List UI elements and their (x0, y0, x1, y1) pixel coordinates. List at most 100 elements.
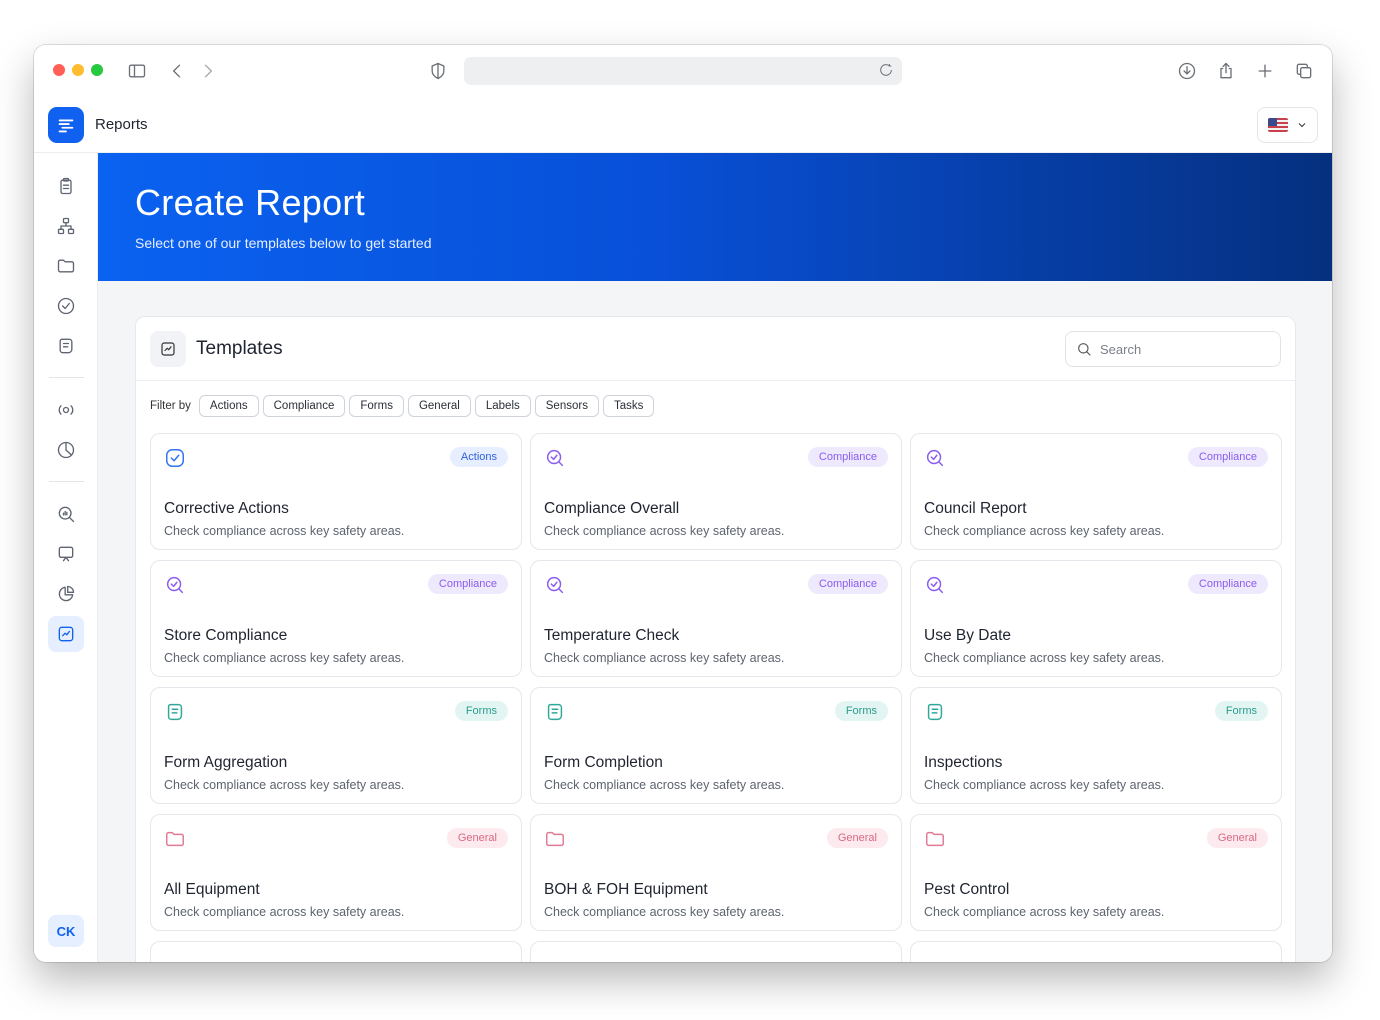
category-badge: Compliance (807, 447, 888, 467)
sidebar-item-tasks[interactable] (48, 288, 84, 324)
template-card[interactable]: General Pest Control Check compliance ac… (910, 814, 1282, 931)
app-logo[interactable] (48, 107, 84, 143)
new-tab-icon[interactable] (1254, 60, 1276, 82)
category-badge: Actions (449, 447, 508, 467)
tab-overview-icon[interactable] (1293, 60, 1315, 82)
chevron-down-icon (1298, 123, 1305, 128)
sidebar-item-reports[interactable] (48, 616, 84, 652)
template-description: Check compliance across key safety areas… (924, 651, 1165, 665)
sidebar-item-clipboard[interactable] (48, 168, 84, 204)
category-badge: Compliance (1187, 574, 1268, 594)
search-check-icon (164, 574, 186, 596)
check-circle-icon (57, 297, 75, 315)
chart-pie-icon (58, 585, 75, 602)
template-description: Check compliance across key safety areas… (164, 524, 405, 538)
filter-chip-compliance[interactable]: Compliance (262, 395, 346, 417)
filter-chip-general[interactable]: General (407, 395, 471, 417)
template-card[interactable] (530, 941, 902, 962)
filter-label: Filter by (150, 400, 191, 412)
privacy-shield-icon[interactable] (427, 60, 449, 82)
hierarchy-icon (57, 217, 75, 235)
sidebar-toggle-icon[interactable] (126, 60, 148, 82)
category-badge: Compliance (807, 574, 888, 594)
maximize-window-button[interactable] (91, 64, 103, 76)
app-title: Reports (95, 116, 148, 133)
forms-icon (544, 701, 566, 723)
back-icon[interactable] (166, 60, 188, 82)
presentation-icon (58, 546, 74, 562)
template-card[interactable]: Compliance Temperature Check Check compl… (530, 560, 902, 677)
template-description: Check compliance across key safety areas… (924, 905, 1165, 919)
template-description: Check compliance across key safety areas… (164, 778, 405, 792)
template-card[interactable]: Compliance Use By Date Check compliance … (910, 560, 1282, 677)
search-box[interactable] (1065, 331, 1281, 367)
template-title: Corrective Actions (164, 500, 289, 517)
page-title: Create Report (135, 182, 366, 223)
forms-icon (164, 701, 186, 723)
search-input[interactable] (1100, 341, 1260, 357)
category-badge: Compliance (427, 574, 508, 594)
us-flag-icon (1267, 118, 1288, 132)
search-check-icon (544, 574, 566, 596)
template-title: BOH & FOH Equipment (544, 881, 708, 898)
sidebar-item-presentations[interactable] (48, 536, 84, 572)
search-icon (1078, 343, 1091, 356)
templates-panel: Templates Filter by Actions Compliance F… (135, 316, 1296, 962)
template-description: Check compliance across key safety areas… (544, 524, 785, 538)
minimize-window-button[interactable] (72, 64, 84, 76)
template-card[interactable] (150, 941, 522, 962)
template-card[interactable]: Forms Inspections Check compliance acros… (910, 687, 1282, 804)
sidebar-item-analytics[interactable] (48, 496, 84, 532)
search-chart-icon (58, 506, 75, 523)
report-icon (58, 626, 74, 642)
template-description: Check compliance across key safety areas… (164, 651, 405, 665)
sidebar-item-folders[interactable] (48, 248, 84, 284)
category-badge: Forms (454, 701, 508, 721)
filter-chip-forms[interactable]: Forms (349, 395, 404, 417)
sidebar-item-dashboards[interactable] (48, 576, 84, 612)
template-description: Check compliance across key safety areas… (924, 778, 1165, 792)
sidebar-item-forms[interactable] (48, 328, 84, 364)
template-title: Form Aggregation (164, 754, 288, 771)
reload-icon[interactable] (878, 62, 896, 80)
language-selector[interactable] (1257, 107, 1318, 143)
filter-chip-sensors[interactable]: Sensors (534, 395, 599, 417)
share-icon[interactable] (1215, 60, 1237, 82)
template-title: Compliance Overall (544, 500, 680, 517)
template-card[interactable] (910, 941, 1282, 962)
templates-heading: Templates (196, 338, 283, 359)
template-title: Inspections (924, 754, 1003, 771)
template-card[interactable]: General All Equipment Check compliance a… (150, 814, 522, 931)
forward-icon[interactable] (197, 60, 219, 82)
template-card[interactable]: Compliance Store Compliance Check compli… (150, 560, 522, 677)
filter-chip-tasks[interactable]: Tasks (602, 395, 655, 417)
template-card[interactable]: General BOH & FOH Equipment Check compli… (530, 814, 902, 931)
sidebar-item-history[interactable] (48, 432, 84, 468)
category-badge: General (446, 828, 508, 848)
template-card[interactable]: Compliance Compliance Overall Check comp… (530, 433, 902, 550)
forms-icon (924, 701, 946, 723)
avatar[interactable]: CK (48, 915, 84, 947)
window-controls (53, 64, 103, 76)
template-title: Use By Date (924, 627, 1012, 644)
template-card[interactable]: Forms Form Aggregation Check compliance … (150, 687, 522, 804)
template-description: Check compliance across key safety areas… (164, 905, 405, 919)
template-title: Store Compliance (164, 627, 288, 644)
page-subtitle: Select one of our templates below to get… (135, 235, 432, 251)
template-title: Form Completion (544, 754, 663, 771)
sidebar-divider (49, 377, 84, 378)
close-window-button[interactable] (53, 64, 65, 76)
download-icon[interactable] (1176, 60, 1198, 82)
template-title: Council Report (924, 500, 1027, 517)
filter-chip-actions[interactable]: Actions (198, 395, 259, 417)
sidebar-item-hierarchy[interactable] (48, 208, 84, 244)
browser-window: Reports CK Create Report Select one of o… (34, 45, 1332, 962)
sidebar-item-sensors[interactable] (48, 392, 84, 428)
address-bar[interactable] (464, 57, 902, 85)
template-card[interactable]: Compliance Council Report Check complian… (910, 433, 1282, 550)
filter-chip-labels[interactable]: Labels (474, 395, 531, 417)
sensor-icon (58, 405, 74, 415)
category-badge: General (1206, 828, 1268, 848)
template-card[interactable]: Actions Corrective Actions Check complia… (150, 433, 522, 550)
template-card[interactable]: Forms Form Completion Check compliance a… (530, 687, 902, 804)
